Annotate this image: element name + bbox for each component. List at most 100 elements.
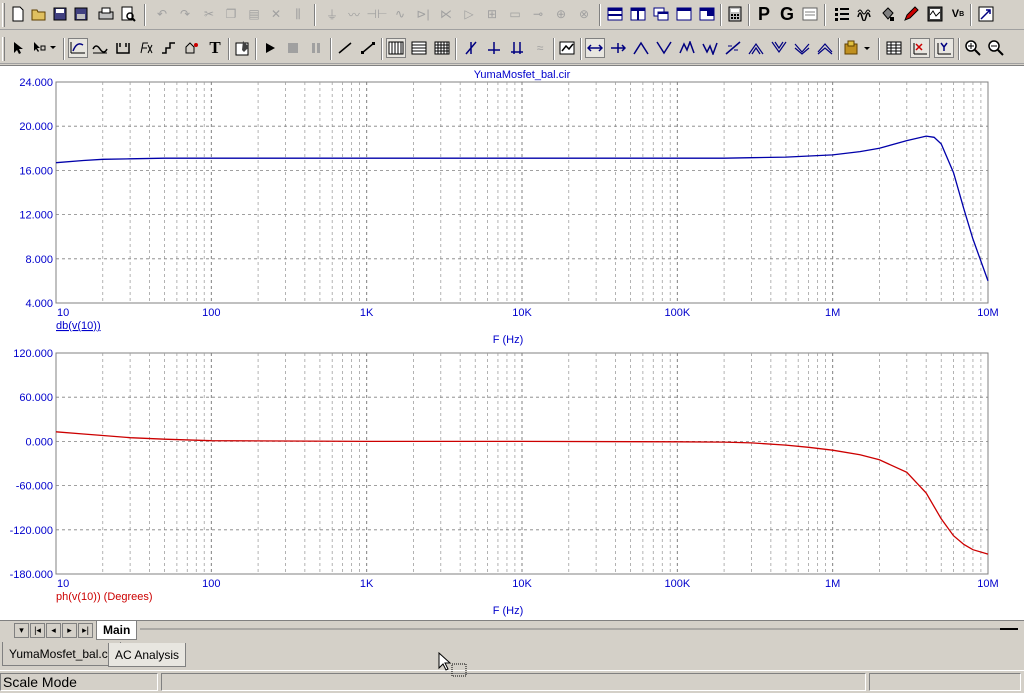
cursor-peak-icon[interactable] [461,38,481,58]
toolbar-separator [63,38,65,60]
save-all-icon[interactable] [71,4,91,24]
probe-g-icon[interactable]: G [777,4,797,24]
grid-dots-icon[interactable] [832,4,852,24]
inflection-icon[interactable] [723,38,743,58]
tile-horizontal-icon[interactable] [605,4,625,24]
switch2-icon[interactable]: ⊸ [528,4,548,24]
vb-node-icon[interactable]: VB [948,4,968,24]
tile-vertical-icon[interactable] [628,4,648,24]
zoom-out-icon[interactable] [986,38,1006,58]
cursor-bracket-icon[interactable] [113,38,133,58]
chart-title: YumaMosfet_bal.cir [474,69,571,81]
y-axis-icon[interactable] [934,38,954,58]
current-source-icon[interactable]: ⊗ [574,4,594,24]
prev-sheet-button[interactable]: ◂ [46,623,61,638]
print-icon[interactable] [96,4,116,24]
high-icon[interactable] [677,38,697,58]
point-select-dropdown[interactable] [30,38,60,58]
paste-icon[interactable]: ▤ [244,4,264,24]
doc-tab-circuit[interactable]: YumaMosfet_bal.cir [2,642,122,666]
stop-icon[interactable] [283,38,303,58]
window-icon[interactable] [674,4,694,24]
copy-icon[interactable]: ❐ [221,4,241,24]
inductor-icon[interactable]: ∿ [390,4,410,24]
text-frame-icon[interactable] [800,4,820,24]
grid-full-icon[interactable] [432,38,452,58]
probe-p-icon[interactable]: P [754,4,774,24]
pen-icon[interactable] [901,4,921,24]
analysis-plots[interactable]: YumaMosfet_bal.cir 24.000 20.000 16.000 12.0… [0,66,1024,621]
calculator-icon[interactable] [725,4,745,24]
bottom-trace-label: ph(v(10)) (Degrees) [56,591,153,603]
first-sheet-button[interactable]: |◂ [30,623,45,638]
cursor-next-icon[interactable] [608,38,628,58]
zoom-window-icon[interactable] [976,4,996,24]
toolbar-separator [838,38,840,60]
peak-icon[interactable] [631,38,651,58]
animate-dropdown[interactable] [843,38,873,58]
step-icon[interactable] [159,38,179,58]
cascade-icon[interactable] [651,4,671,24]
sheet-tab-main[interactable]: Main [96,621,138,640]
formula-icon[interactable] [136,38,156,58]
zoom-in-icon[interactable] [963,38,983,58]
switch-icon[interactable]: ▭ [505,4,525,24]
scale-mode-icon[interactable] [68,38,88,58]
opamp-icon[interactable]: ▷ [459,4,479,24]
global-high-icon[interactable] [746,38,766,58]
cursor-high-icon[interactable] [507,38,527,58]
voltage-source-icon[interactable]: ⊕ [551,4,571,24]
toolbar-grip[interactable] [2,37,5,61]
tag-icon[interactable] [182,38,202,58]
battery-icon[interactable]: ⊞ [482,4,502,24]
select-all-icon[interactable]: ⫼ [288,4,308,24]
next-sheet-button[interactable]: ▸ [62,623,77,638]
cursor-valley-icon[interactable] [484,38,504,58]
bucket-icon[interactable] [878,4,898,24]
low-icon[interactable] [700,38,720,58]
pause-icon[interactable] [306,38,326,58]
global-low-icon[interactable] [769,38,789,58]
xy-axis-icon[interactable] [910,38,930,58]
bottom-x-tick-label: 100K [664,578,690,590]
undo-icon[interactable]: ↶ [152,4,172,24]
new-file-icon[interactable] [8,4,28,24]
properties-icon[interactable] [233,38,253,58]
open-file-icon[interactable] [29,4,49,24]
grid-major-icon[interactable] [386,38,406,58]
resistor-icon[interactable]: 〰 [344,4,364,24]
scroll-menu-button[interactable]: ▾ [14,623,29,638]
cut-icon[interactable]: ✂ [199,4,219,24]
line-tool-icon[interactable] [335,38,355,58]
table-icon[interactable] [884,38,904,58]
toolbar-grip[interactable] [2,3,5,27]
diode-icon[interactable]: ⊳| [413,4,433,24]
grid-minor-icon[interactable] [409,38,429,58]
window-split-icon[interactable] [697,4,717,24]
horizontal-scrollbar[interactable] [140,625,1020,635]
waveform-icon[interactable] [855,4,875,24]
valley-icon[interactable] [654,38,674,58]
last-sheet-button[interactable]: ▸| [78,623,93,638]
save-icon[interactable] [50,4,70,24]
sheet-tab-bar: ▾ |◂ ◂ ▸ ▸| Main [0,620,1024,641]
text-tool-icon[interactable]: T [205,38,225,58]
cursor-left-right-icon[interactable] [585,38,605,58]
transistor-icon[interactable]: ⋉ [436,4,456,24]
run-icon[interactable] [260,38,280,58]
bottom-icon[interactable] [815,38,835,58]
line-points-icon[interactable] [358,38,378,58]
plot-window[interactable]: YumaMosfet_bal.cir 24.000 20.000 16.000 12.0… [0,65,1024,621]
scope-icon[interactable] [925,4,945,24]
doc-tab-ac-analysis[interactable]: AC Analysis [108,643,187,667]
cursor-low-icon[interactable]: ≈ [530,38,550,58]
select-arrow-icon[interactable] [8,38,28,58]
capacitor-icon[interactable]: ⊣⊢ [367,4,388,24]
top-icon[interactable] [792,38,812,58]
print-preview-icon[interactable] [118,4,138,24]
ground-icon[interactable]: ⏚ [322,4,342,24]
delete-icon[interactable]: ✕ [266,4,286,24]
performance-icon[interactable] [557,38,577,58]
tracker-icon[interactable] [90,38,110,58]
redo-icon[interactable]: ↷ [175,4,195,24]
